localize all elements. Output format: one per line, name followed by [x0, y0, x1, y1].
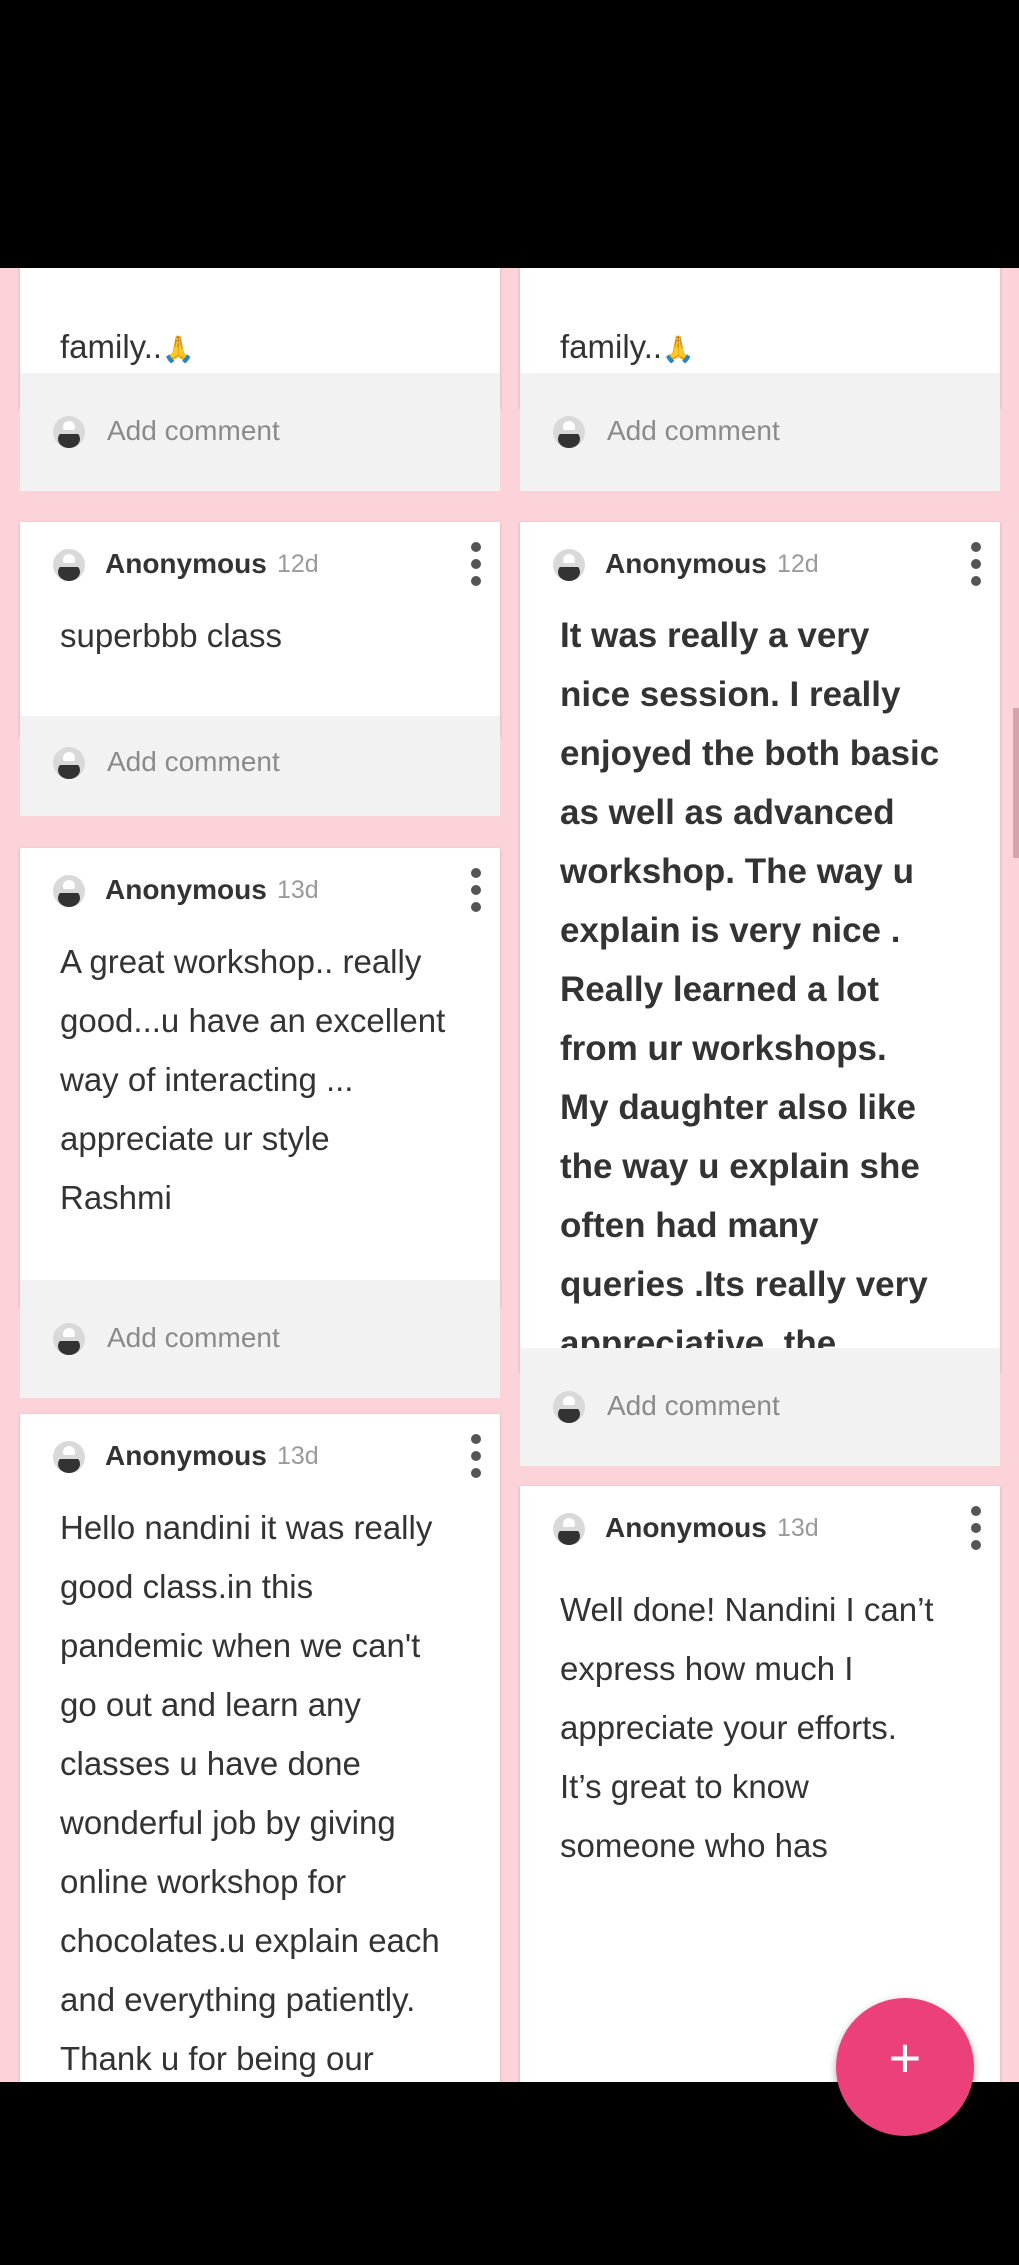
add-comment-bar[interactable]: Add comment: [20, 373, 500, 491]
add-comment-label: Add comment: [107, 1322, 280, 1353]
avatar-icon: [53, 875, 85, 907]
author-name: Anonymous: [105, 874, 267, 905]
avatar-icon: [553, 1391, 585, 1423]
add-comment-label: Add comment: [107, 415, 280, 446]
post-card[interactable]: Anonymous 13d Well done! Nandini I can’t…: [520, 1486, 1000, 2082]
post-card[interactable]: Anonymous 13d A great workshop.. really …: [20, 848, 500, 1308]
avatar-icon: [53, 416, 85, 448]
more-options-icon[interactable]: [964, 540, 988, 588]
post-age: 13d: [277, 1442, 319, 1470]
post-body: superbbb class: [60, 617, 282, 654]
avatar-icon: [53, 549, 85, 581]
author-name: Anonymous: [605, 1512, 767, 1543]
author-name: Anonymous: [105, 548, 267, 579]
add-comment-bar[interactable]: Add comment: [520, 373, 1000, 491]
pray-emoji-icon: 🙏: [162, 334, 195, 364]
post-body: A great workshop.. really good...u have …: [60, 943, 446, 1216]
add-comment-bar[interactable]: Add comment: [520, 1348, 1000, 1466]
avatar-icon: [53, 747, 85, 779]
post-body-tail: family..🙏: [60, 328, 195, 365]
avatar-icon: [53, 1441, 85, 1473]
post-body-tail: family..🙏: [560, 328, 695, 365]
post-body: It was really a very nice session. I rea…: [560, 616, 940, 1363]
post-header: Anonymous 12d: [520, 522, 1000, 606]
add-comment-label: Add comment: [107, 746, 280, 777]
avatar-icon: [553, 549, 585, 581]
post-age: 13d: [777, 1514, 819, 1542]
more-options-icon[interactable]: [964, 1504, 988, 1552]
add-comment-bar[interactable]: Add comment: [20, 1280, 500, 1398]
more-options-icon[interactable]: [464, 540, 488, 588]
avatar-icon: [553, 416, 585, 448]
post-body: Hello nandini it was really good class.i…: [60, 1509, 440, 2077]
add-comment-bar[interactable]: Add comment: [20, 716, 500, 816]
add-comment-label: Add comment: [607, 1390, 780, 1421]
post-header: Anonymous 13d: [20, 848, 500, 932]
post-age: 12d: [277, 550, 319, 578]
post-card[interactable]: Anonymous 12d superbbb class: [20, 522, 500, 736]
post-header: Anonymous 12d: [20, 522, 500, 606]
author-name: Anonymous: [605, 548, 767, 579]
plus-icon: +: [888, 2026, 922, 2089]
post-age: 12d: [777, 550, 819, 578]
post-age: 13d: [277, 876, 319, 904]
add-comment-label: Add comment: [607, 415, 780, 446]
more-options-icon[interactable]: [464, 866, 488, 914]
post-body: Well done! Nandini I can’t express how m…: [560, 1591, 934, 1864]
scrollbar[interactable]: [1013, 708, 1019, 858]
pray-emoji-icon: 🙏: [662, 334, 695, 364]
avatar-icon: [53, 1323, 85, 1355]
post-header: Anonymous 13d: [520, 1486, 1000, 1570]
padlet-board: family..🙏 Add comment Anonymous 12d supe…: [0, 268, 1019, 2082]
add-post-button[interactable]: +: [836, 1998, 974, 2136]
more-options-icon[interactable]: [464, 1432, 488, 1480]
post-card[interactable]: Anonymous 13d Hello nandini it was reall…: [20, 1414, 500, 2082]
post-card[interactable]: Anonymous 12d It was really a very nice …: [520, 522, 1000, 1372]
avatar-icon: [553, 1513, 585, 1545]
author-name: Anonymous: [105, 1440, 267, 1471]
post-header: Anonymous 13d: [20, 1414, 500, 1498]
